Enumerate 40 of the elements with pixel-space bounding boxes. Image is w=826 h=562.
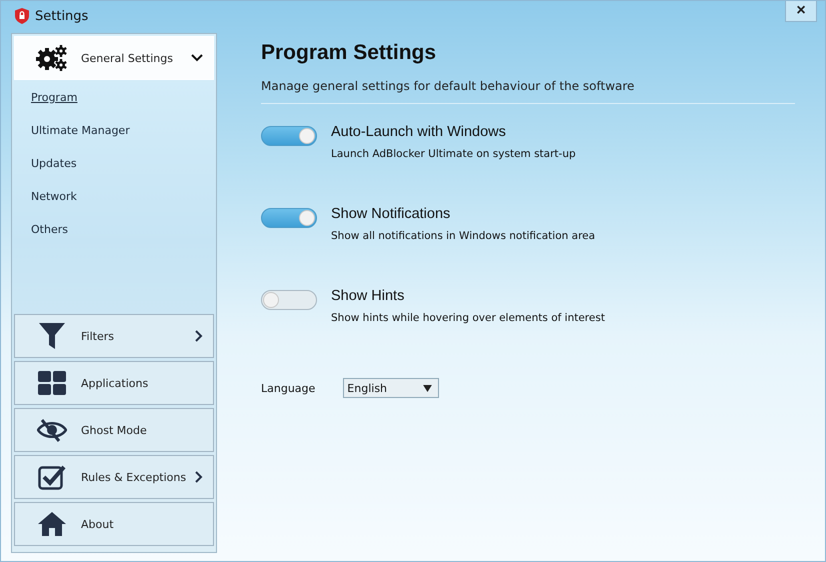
filter-icon bbox=[39, 323, 65, 349]
page-description: Manage general settings for default behaviour of the software bbox=[261, 79, 795, 104]
gears-icon bbox=[36, 44, 68, 72]
sidebar-section-button[interactable]: About bbox=[14, 502, 214, 546]
sidebar-link[interactable]: Others bbox=[31, 222, 68, 238]
option-description: Show all notifications in Windows notification area bbox=[331, 230, 596, 242]
sidebar-section-button[interactable]: Ghost Mode bbox=[14, 408, 214, 452]
toggle-switch[interactable] bbox=[261, 126, 317, 146]
close-button[interactable]: × bbox=[785, 1, 817, 22]
option-description: Launch AdBlocker Ultimate on system start-up bbox=[331, 148, 576, 160]
sidebar-section-button[interactable]: Rules & Exceptions bbox=[14, 455, 214, 499]
window-title: Settings bbox=[35, 8, 88, 24]
sidebar-section-button[interactable]: Filters bbox=[14, 314, 214, 358]
sidebar-link[interactable]: Program bbox=[31, 90, 78, 106]
option-label: Show Notifications bbox=[331, 206, 452, 222]
option-description: Show hints while hovering over elements of interest bbox=[331, 312, 605, 324]
section-label: General Settings bbox=[81, 52, 174, 64]
option-label: Auto-Launch with Windows bbox=[331, 124, 507, 140]
section-label: Ghost Mode bbox=[81, 424, 148, 436]
section-label: About bbox=[81, 518, 115, 530]
shield-icon bbox=[15, 8, 29, 24]
language-dropdown[interactable]: English bbox=[343, 378, 440, 398]
sidebar-link[interactable]: Updates bbox=[31, 156, 77, 172]
sidebar-link[interactable]: Ultimate Manager bbox=[31, 123, 130, 139]
sidebar-link[interactable]: Network bbox=[31, 189, 77, 205]
house-icon bbox=[38, 512, 66, 536]
dropdown-arrow-icon bbox=[423, 384, 432, 392]
page-title: Program Settings bbox=[261, 41, 438, 65]
toggle-switch[interactable] bbox=[261, 208, 317, 228]
grid-icon bbox=[38, 371, 66, 395]
language-label: Language bbox=[261, 382, 316, 394]
eye-slash-icon bbox=[37, 418, 67, 442]
sidebar-section-button[interactable]: General Settings bbox=[14, 36, 214, 80]
section-label: Filters bbox=[81, 330, 115, 342]
toggle-switch[interactable] bbox=[261, 290, 317, 310]
checkbox-icon bbox=[38, 464, 66, 490]
option-label: Show Hints bbox=[331, 288, 406, 304]
sidebar-section-button[interactable]: Applications bbox=[14, 361, 214, 405]
section-label: Rules & Exceptions bbox=[81, 470, 188, 484]
section-label: Applications bbox=[81, 376, 150, 390]
